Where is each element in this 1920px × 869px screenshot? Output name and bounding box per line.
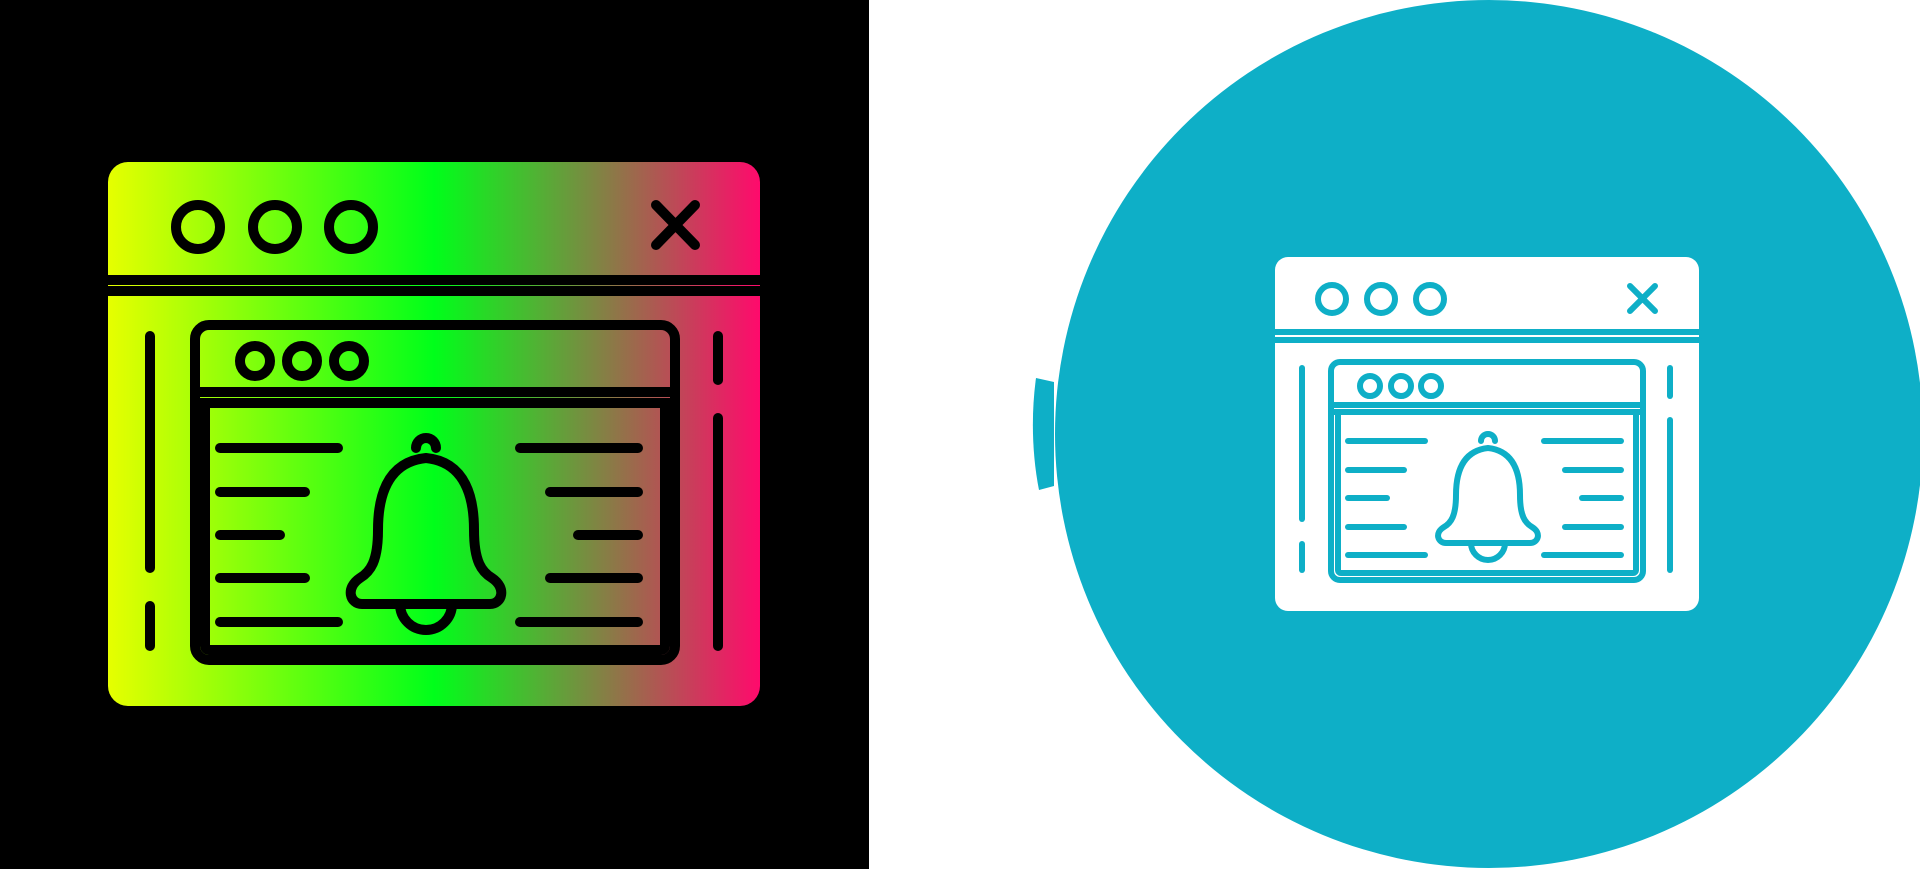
circle-icon-panel [869,0,1920,869]
browser-notification-icon [1032,0,1920,868]
icon-sheet [0,0,1920,869]
browser-notification-icon [0,0,869,869]
gradient-icon-panel [0,0,869,869]
